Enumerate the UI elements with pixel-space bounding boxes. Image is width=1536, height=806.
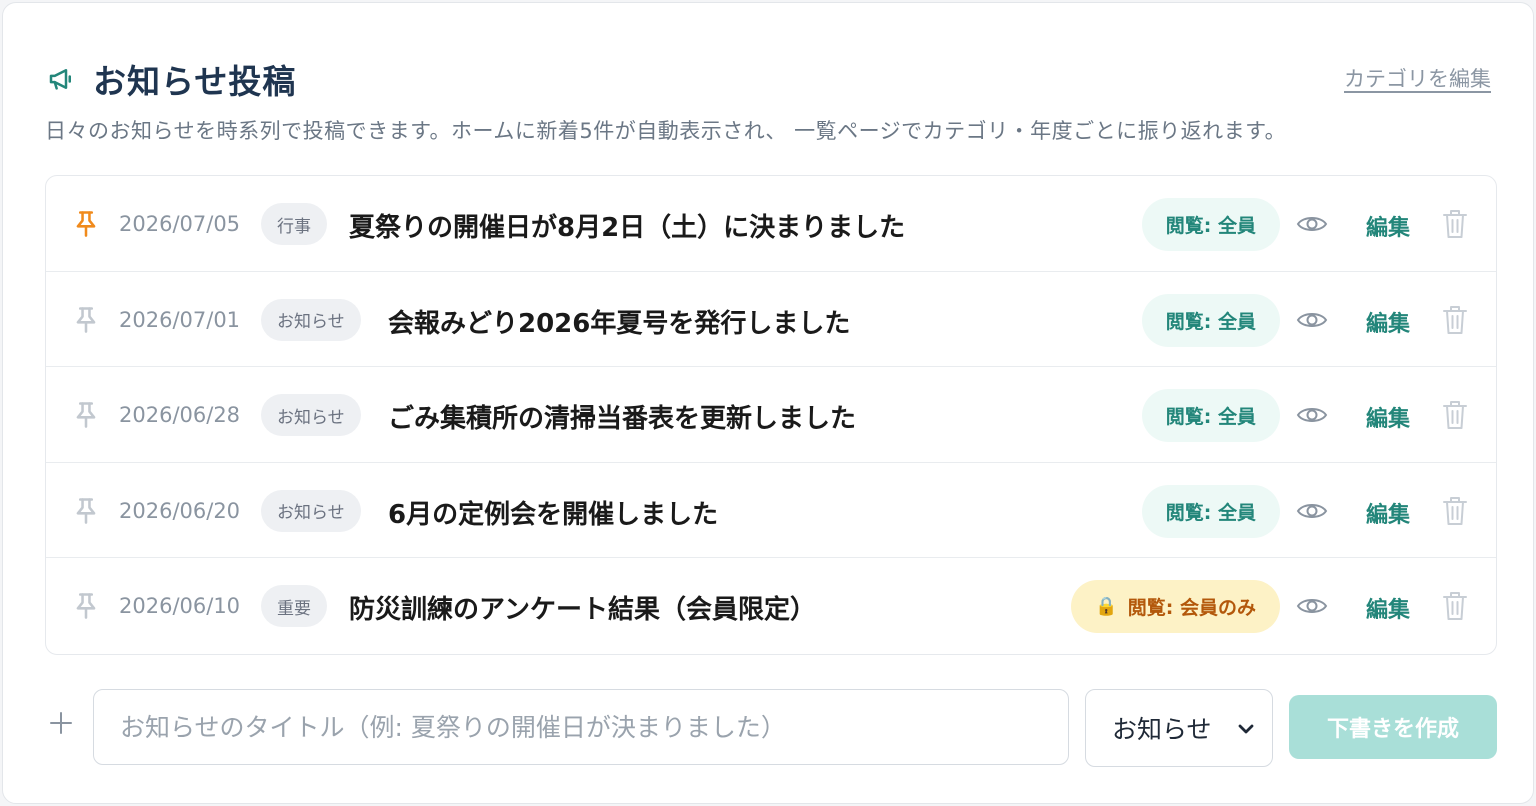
edit-post-link[interactable]: 編集 xyxy=(1366,210,1410,242)
category-select[interactable]: お知らせ xyxy=(1085,689,1273,767)
post-row: 2026/07/05 行事 夏祭りの開催日が8月2日（土）に決まりました 閲覧:… xyxy=(46,176,1496,272)
edit-post-link[interactable]: 編集 xyxy=(1366,306,1410,338)
announcement-card: お知らせ投稿 カテゴリを編集 日々のお知らせを時系列で投稿できます。ホームに新着… xyxy=(2,2,1534,804)
post-row: 2026/06/28 お知らせ ごみ集積所の清掃当番表を更新しました 閲覧: 全… xyxy=(46,367,1496,463)
trash-icon[interactable] xyxy=(1442,304,1468,336)
pin-icon[interactable] xyxy=(72,591,100,621)
eye-icon[interactable] xyxy=(1296,212,1328,236)
chevron-down-icon xyxy=(1236,719,1256,739)
edit-post-link[interactable]: 編集 xyxy=(1366,497,1410,529)
post-row: 2026/06/10 重要 防災訓練のアンケート結果（会員限定） 🔒 閲覧: 会… xyxy=(46,558,1496,654)
post-date: 2026/06/28 xyxy=(119,403,241,428)
visibility-label: 閲覧: 会員のみ xyxy=(1127,597,1256,620)
card-header: お知らせ投稿 カテゴリを編集 xyxy=(45,55,1491,101)
lock-icon: 🔒 xyxy=(1095,596,1118,618)
post-date: 2026/06/20 xyxy=(119,498,241,523)
visibility-badge: 閲覧: 全員 xyxy=(1141,484,1280,538)
post-row: 2026/07/01 お知らせ 会報みどり2026年夏号を発行しました 閲覧: … xyxy=(46,272,1496,368)
post-title[interactable]: 防災訓練のアンケート結果（会員限定） xyxy=(349,589,816,626)
plus-icon xyxy=(49,711,73,735)
page-description: 日々のお知らせを時系列で投稿できます。ホームに新着5件が自動表示され、 一覧ペー… xyxy=(45,119,1287,143)
post-title[interactable]: 会報みどり2026年夏号を発行しました xyxy=(388,303,850,340)
visibility-badge: 閲覧: 全員 xyxy=(1141,389,1280,443)
visibility-badge: 閲覧: 全員 xyxy=(1141,293,1280,347)
eye-icon[interactable] xyxy=(1296,594,1328,618)
megaphone-icon xyxy=(45,63,77,95)
category-select-value: お知らせ xyxy=(1112,715,1212,744)
eye-icon[interactable] xyxy=(1296,499,1328,523)
category-badge: 行事 xyxy=(261,203,327,245)
post-title[interactable]: ごみ集積所の清掃当番表を更新しました xyxy=(388,398,856,435)
edit-post-link[interactable]: 編集 xyxy=(1366,592,1410,624)
create-draft-button[interactable]: 下書きを作成 xyxy=(1289,695,1497,759)
new-post-composer: お知らせ 下書きを作成 xyxy=(45,689,1497,767)
edit-categories-link[interactable]: カテゴリを編集 xyxy=(1344,63,1491,93)
trash-icon[interactable] xyxy=(1442,590,1468,622)
post-list: 2026/07/05 行事 夏祭りの開催日が8月2日（土）に決まりました 閲覧:… xyxy=(45,175,1497,655)
visibility-badge: 閲覧: 全員 xyxy=(1141,198,1280,251)
category-badge: 重要 xyxy=(261,585,327,628)
category-badge: お知らせ xyxy=(261,298,361,341)
visibility-badge: 🔒 閲覧: 会員のみ xyxy=(1071,580,1280,634)
trash-icon[interactable] xyxy=(1442,399,1468,431)
pin-icon[interactable] xyxy=(72,400,100,430)
trash-icon[interactable] xyxy=(1442,208,1468,240)
page-title: お知らせ投稿 xyxy=(93,62,297,101)
edit-post-link[interactable]: 編集 xyxy=(1366,401,1410,433)
post-date: 2026/07/05 xyxy=(119,212,241,236)
eye-icon[interactable] xyxy=(1296,403,1328,427)
pin-icon[interactable] xyxy=(72,209,100,239)
post-date: 2026/06/10 xyxy=(119,594,241,619)
category-badge: お知らせ xyxy=(261,489,361,532)
post-title[interactable]: 6月の定例会を開催しました xyxy=(388,494,718,531)
post-title[interactable]: 夏祭りの開催日が8月2日（土）に決まりました xyxy=(349,207,905,244)
post-date: 2026/07/01 xyxy=(119,307,241,332)
pin-icon[interactable] xyxy=(72,496,100,526)
title-group: お知らせ投稿 xyxy=(45,55,296,103)
pin-icon[interactable] xyxy=(72,305,100,335)
post-row: 2026/06/20 お知らせ 6月の定例会を開催しました 閲覧: 全員 編集 xyxy=(46,463,1496,559)
trash-icon[interactable] xyxy=(1442,495,1468,527)
eye-icon[interactable] xyxy=(1296,308,1328,332)
category-badge: お知らせ xyxy=(261,394,361,437)
post-title-input[interactable] xyxy=(93,689,1069,765)
